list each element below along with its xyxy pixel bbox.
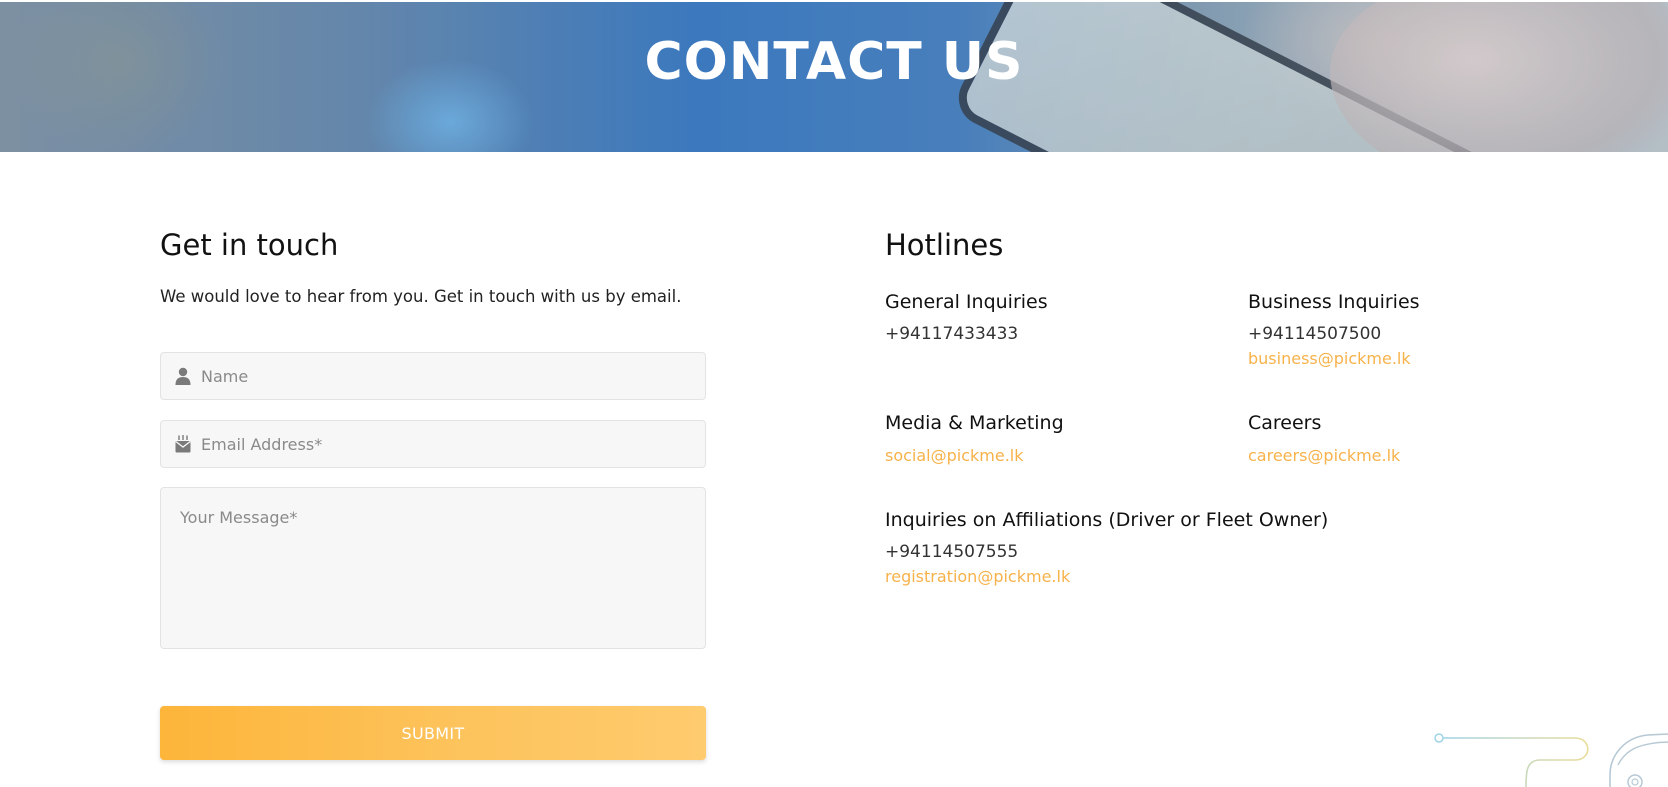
name-field-wrapper (160, 352, 706, 400)
affiliation-inquiries-label: Inquiries on Affiliations (Driver or Fle… (885, 509, 1329, 531)
general-phone[interactable]: +94117433433 (885, 323, 1048, 345)
hotlines-heading: Hotlines (885, 228, 1004, 262)
email-input[interactable] (201, 421, 705, 467)
hero-banner: CONTACT US (0, 2, 1668, 152)
get-in-touch-heading: Get in touch (160, 228, 339, 262)
business-inquiries-label: Business Inquiries (1248, 291, 1420, 313)
intro-text: We would love to hear from you. Get in t… (160, 287, 682, 306)
email-field-wrapper (160, 420, 706, 468)
name-input[interactable] (201, 353, 705, 399)
affiliation-inquiries: Inquiries on Affiliations (Driver or Fle… (885, 507, 1328, 588)
mail-icon (175, 435, 191, 453)
page-title: CONTACT US (644, 32, 1024, 92)
user-icon (175, 367, 191, 385)
business-phone[interactable]: +94114507500 (1248, 323, 1420, 345)
general-inquiries: General Inquiries +94117433433 (885, 289, 1048, 345)
business-email-link[interactable]: business@pickme.lk (1248, 348, 1420, 370)
submit-button[interactable]: SUBMIT (160, 706, 706, 760)
car-route-decoration (1434, 733, 1668, 787)
careers-email-link[interactable]: careers@pickme.lk (1248, 445, 1400, 467)
business-inquiries: Business Inquiries +94114507500 business… (1248, 289, 1420, 370)
media-email-link[interactable]: social@pickme.lk (885, 445, 1064, 467)
registration-email-link[interactable]: registration@pickme.lk (885, 566, 1328, 588)
media-marketing: Media & Marketing social@pickme.lk (885, 410, 1064, 467)
affiliation-phone[interactable]: +94114507555 (885, 541, 1328, 563)
message-textarea[interactable] (160, 487, 706, 649)
media-marketing-label: Media & Marketing (885, 412, 1064, 434)
general-inquiries-label: General Inquiries (885, 291, 1048, 313)
contact-intro: Get in touch We would love to hear from … (160, 225, 706, 309)
careers: Careers careers@pickme.lk (1248, 410, 1400, 467)
careers-label: Careers (1248, 412, 1322, 434)
